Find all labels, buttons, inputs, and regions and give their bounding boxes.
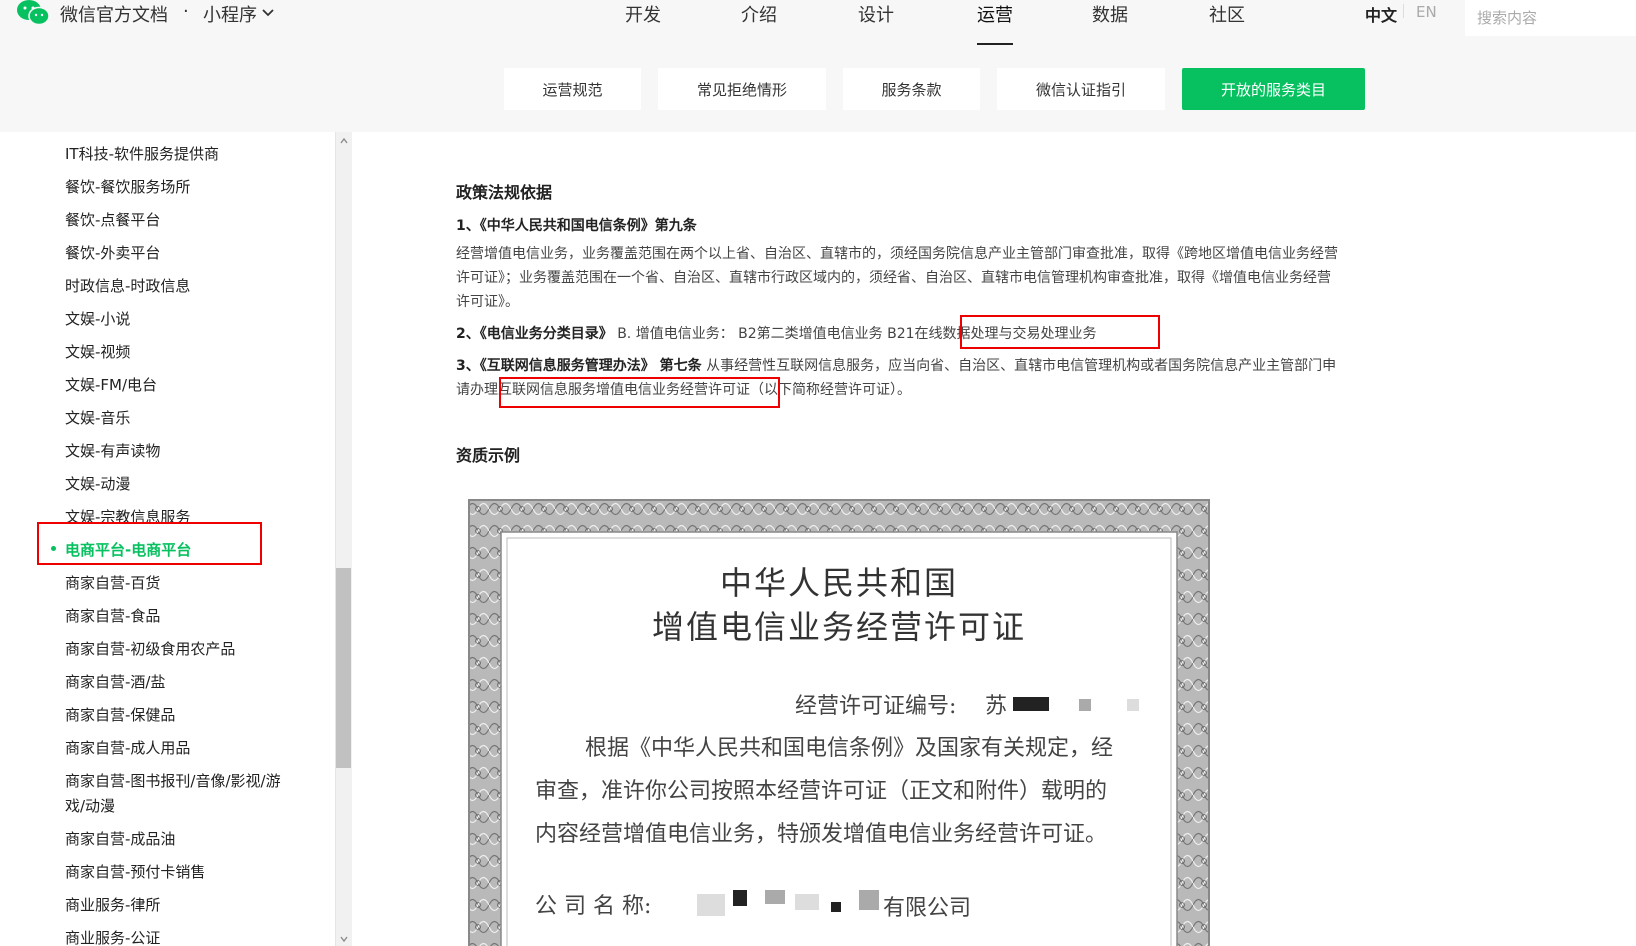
certificate-title-line2: 增值电信业务经营许可证 [651,608,1026,646]
sidebar-item[interactable]: 商家自营-预付卡销售 [65,860,205,885]
sidebar-item[interactable]: 文娱-动漫 [65,472,130,497]
certificate-number-label: 经营许可证编号: [795,694,957,719]
search-input[interactable] [1465,0,1636,36]
law3-title: 3、《互联网信息服务管理办法》 第七条 [456,358,702,374]
nav-item-operation[interactable]: 运营 [977,1,1013,27]
law3-text: 从事经营性互联网信息服务，应当向省、自治区、直辖市电信管理机构或者国务院信息产业… [701,358,1337,374]
law2-paragraph: 2、《电信业务分类目录》 B. 增值电信业务： B2第二类增值电信业务 B21在… [456,322,1416,346]
active-item-highlight-box [37,522,262,565]
law2-text: B. 增值电信业务： B2第二类增值电信业务 B21 [612,326,915,342]
sidebar-item[interactable]: 商业服务-公证 [65,926,160,946]
redaction-block [697,894,725,916]
law1-text-line3: 许可证》。 [456,294,519,310]
sidebar-item[interactable]: 商家自营-百货 [65,571,160,596]
brand-separator: · [183,1,189,22]
redaction-block [1127,699,1139,711]
sidebar-item-continued[interactable]: 戏/动漫 [65,794,115,819]
sidebar-item[interactable]: 商家自营-酒/盐 [65,670,165,695]
product-selector[interactable]: 小程序 [203,1,257,27]
tab-open-service-categories[interactable]: 开放的服务类目 [1182,68,1365,110]
nav-item-design[interactable]: 设计 [858,1,894,27]
nav-item-data[interactable]: 数据 [1092,1,1128,27]
tab-common-rejections[interactable]: 常见拒绝情形 [658,68,826,110]
redaction-block [1013,697,1049,711]
nav-item-intro[interactable]: 介绍 [741,1,777,27]
certificate-body-line1: 根据《中华人民共和国电信条例》及国家有关规定，经 [585,736,1114,761]
sidebar-item[interactable]: 商家自营-保健品 [65,703,175,728]
certificate-body-line3: 内容经营增值电信业务，特颁发增值电信业务经营许可证。 [535,822,1108,847]
lang-zh-link[interactable]: 中文 [1365,2,1397,26]
law2-title: 2、《电信业务分类目录》 [456,326,613,342]
certificate-body-line2: 审查，准许你公司按照本经营许可证（正文和附件）载明的 [535,779,1108,804]
lang-en-link[interactable]: EN [1416,3,1437,21]
redaction-block [795,894,819,910]
tab-service-terms[interactable]: 服务条款 [843,68,980,110]
license-certificate-image: 中华人民共和国 增值电信业务经营许可证 经营许可证编号: 苏 根据《中华人民共和… [467,498,1211,946]
redaction-block [831,902,841,912]
sidebar-item[interactable]: 餐饮-点餐平台 [65,208,160,233]
sidebar-item[interactable]: IT科技-软件服务提供商 [65,142,219,167]
sidebar-item[interactable]: 文娱-有声读物 [65,439,160,464]
redaction-block [1079,699,1091,711]
sidebar-item[interactable]: 文娱-音乐 [65,406,130,431]
lang-divider [1403,4,1404,18]
sidebar-scrollbar[interactable] [335,132,352,946]
sidebar-item[interactable]: 文娱-视频 [65,340,130,365]
chevron-down-icon[interactable] [261,6,275,20]
sidebar-item[interactable]: 时政信息-时政信息 [65,274,190,299]
nav-item-develop[interactable]: 开发 [625,1,661,27]
tab-operation-rules[interactable]: 运营规范 [504,68,641,110]
sidebar-item[interactable]: 商家自营-食品 [65,604,160,629]
certificate-number-value: 苏 [985,694,1008,719]
scroll-up-arrow-icon[interactable] [340,137,348,145]
law3-highlight-box [499,377,780,408]
example-heading: 资质示例 [456,446,521,465]
active-nav-indicator [977,43,1013,45]
sidebar-item[interactable]: 商家自营-初级食用农产品 [65,637,235,662]
nav-item-community[interactable]: 社区 [1209,1,1245,27]
top-navbar: 微信官方文档 · 小程序 开发 介绍 设计 运营 数据 社区 中文 EN [0,0,1636,46]
law1-text-line1: 经营增值电信业务，业务覆盖范围在两个以上省、自治区、直辖市的，须经国务院信息产业… [456,246,1338,262]
law2-highlight-box [960,315,1160,349]
wechat-logo-icon[interactable] [16,0,50,26]
law1-text-line2: 许可证》；业务覆盖范围在一个省、自治区、直辖市行政区域内的，须经省、自治区、直辖… [456,270,1331,286]
certificate-company-label: 公 司 名 称: [535,894,652,919]
scroll-down-arrow-icon[interactable] [340,935,348,943]
sidebar-item[interactable]: 商家自营-成人用品 [65,736,190,761]
law3-paragraph: 3、《互联网信息服务管理办法》 第七条 从事经营性互联网信息服务，应当向省、自治… [456,354,1416,378]
policy-heading: 政策法规依据 [456,183,553,202]
sidebar-item[interactable]: 文娱-小说 [65,307,130,332]
redaction-block [765,890,785,904]
sidebar-item[interactable]: 餐饮-外卖平台 [65,241,160,266]
sidebar-item[interactable]: 商家自营-图书报刊/音像/影视/游 [65,769,281,794]
certificate-title-line1: 中华人民共和国 [719,564,958,602]
sidebar-item[interactable]: 文娱-FM/电台 [65,373,157,398]
certificate-company-suffix: 有限公司 [883,896,972,921]
redaction-block [859,890,879,910]
sidebar-item[interactable]: 商业服务-律所 [65,893,160,918]
scrollbar-thumb[interactable] [336,568,351,768]
sidebar-item[interactable]: 商家自营-成品油 [65,827,175,852]
law3-line2-prefix: 请办理 [456,382,498,398]
law1-title: 1、《中华人民共和国电信条例》第九条 [456,218,697,234]
tab-wechat-certification[interactable]: 微信认证指引 [997,68,1165,110]
brand-title[interactable]: 微信官方文档 [60,1,168,27]
sidebar-item[interactable]: 餐饮-餐饮服务场所 [65,175,190,200]
redaction-block [733,890,747,906]
